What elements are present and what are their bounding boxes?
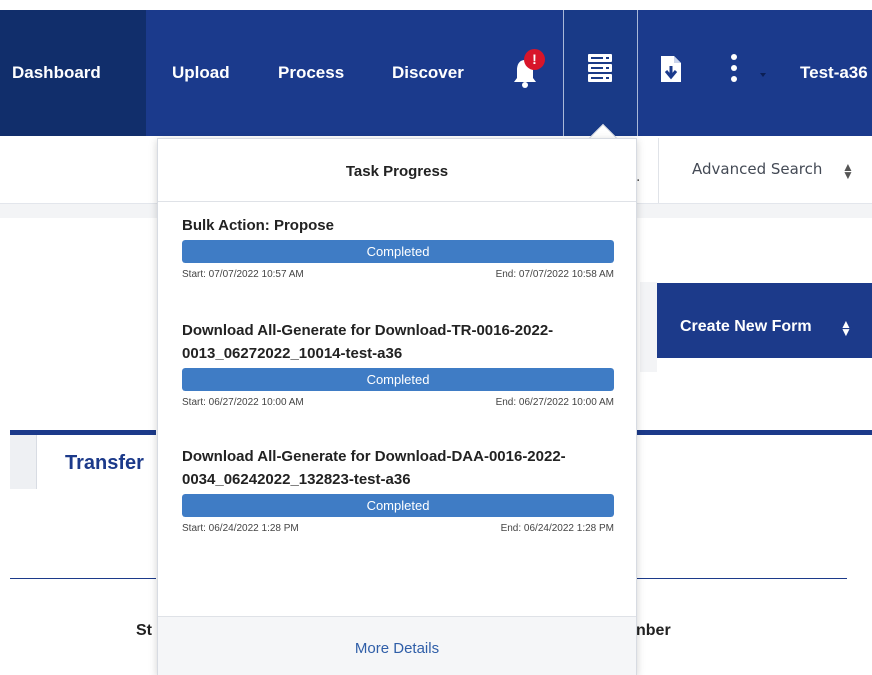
nav-process[interactable]: Process	[278, 10, 344, 136]
task-progress-bar: Completed	[182, 494, 614, 517]
task-start-time: Start: 07/07/2022 10:57 AM	[182, 269, 304, 280]
section-rule	[636, 430, 872, 435]
column-header-fragment: nber	[636, 622, 671, 639]
popover-title: Task Progress	[345, 163, 449, 180]
sort-caret-icon: ▲ ▼	[842, 160, 854, 182]
task-times: Start: 07/07/2022 10:57 AM End: 07/07/20…	[182, 269, 614, 283]
more-details-link[interactable]: More Details	[158, 616, 636, 675]
task-item: Download All-Generate for Download-TR-00…	[182, 319, 614, 411]
file-download-icon[interactable]	[659, 54, 683, 84]
notification-badge: !	[524, 49, 545, 70]
table-rule	[10, 578, 156, 579]
user-menu[interactable]: Test-a36	[800, 10, 868, 136]
task-times: Start: 06/24/2022 1:28 PM End: 06/24/202…	[182, 523, 614, 537]
task-title: Bulk Action: Propose	[182, 217, 334, 234]
nav-discover[interactable]: Discover	[392, 10, 464, 136]
nav-dashboard[interactable]: Dashboard	[12, 10, 101, 136]
more-details-label: More Details	[354, 640, 440, 657]
task-item: Bulk Action: Propose Completed Start: 07…	[182, 214, 614, 283]
task-status: Completed	[366, 372, 430, 387]
tab-transfer-label: Transfer	[65, 452, 144, 474]
create-new-form-button[interactable]: Create New Form ▲ ▼	[657, 283, 872, 358]
tab-strip	[10, 435, 36, 489]
sort-caret-icon: ▲ ▼	[840, 317, 852, 339]
task-progress-bar: Completed	[182, 368, 614, 391]
task-item: Download All-Generate for Download-DAA-0…	[182, 445, 614, 537]
task-status: Completed	[366, 498, 430, 513]
task-end-time: End: 06/27/2022 10:00 AM	[495, 397, 614, 408]
advanced-search-label: Advanced Search	[692, 160, 823, 178]
task-start-time: Start: 06/24/2022 1:28 PM	[182, 523, 299, 534]
task-title: Download All-Generate for Download-TR-00…	[182, 322, 554, 362]
tab-transfer[interactable]: Transfer	[36, 435, 158, 489]
task-end-time: End: 07/07/2022 10:58 AM	[495, 269, 614, 280]
task-status: Completed	[366, 244, 430, 259]
task-title: Download All-Generate for Download-DAA-0…	[182, 448, 566, 488]
nav-upload[interactable]: Upload	[172, 10, 230, 136]
advanced-search-toggle[interactable]: Advanced Search ▲ ▼	[658, 138, 872, 204]
user-menu-caret-icon	[760, 73, 766, 77]
task-progress-button[interactable]	[563, 10, 638, 136]
task-progress-bar: Completed	[182, 240, 614, 263]
app-page: Dashboard Upload Process Discover ! Test…	[0, 0, 872, 675]
top-nav: Dashboard Upload Process Discover ! Test…	[0, 10, 872, 136]
task-list-icon	[588, 54, 612, 82]
table-rule	[636, 578, 847, 579]
kebab-menu-icon[interactable]	[729, 52, 739, 88]
create-new-form-label: Create New Form	[680, 318, 812, 335]
task-start-time: Start: 06/27/2022 10:00 AM	[182, 397, 304, 408]
task-progress-popover: Task Progress Bulk Action: Propose Compl…	[157, 138, 637, 675]
task-end-time: End: 06/24/2022 1:28 PM	[500, 523, 614, 534]
task-times: Start: 06/27/2022 10:00 AM End: 06/27/20…	[182, 397, 614, 411]
popover-header: Task Progress	[158, 139, 636, 202]
create-panel-edge	[640, 282, 657, 372]
column-header-fragment: St	[136, 622, 152, 639]
